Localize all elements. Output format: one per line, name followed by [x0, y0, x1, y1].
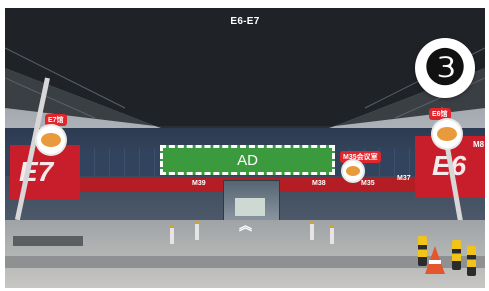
- double-chevron-up-icon[interactable]: ︽: [239, 219, 252, 232]
- hall-label-m39: M39: [192, 180, 206, 187]
- traffic-barrier: [467, 246, 476, 276]
- hotspot-label-left[interactable]: E7馆: [45, 114, 67, 126]
- ad-banner[interactable]: AD: [160, 145, 335, 175]
- hall-label-m38: M38: [312, 180, 326, 187]
- traffic-cone-band: [429, 260, 441, 264]
- bench: [13, 236, 83, 246]
- food-icon-fill: [41, 133, 61, 147]
- traffic-barrier: [418, 236, 427, 266]
- food-icon[interactable]: [343, 161, 363, 181]
- bollard: [170, 225, 174, 244]
- hall-label-m37: M37: [397, 175, 411, 182]
- food-icon[interactable]: [433, 120, 461, 148]
- scene-title: E6-E7: [230, 16, 260, 27]
- hotspot-label-center[interactable]: M35会议室: [340, 151, 381, 163]
- entrance-doorway: [235, 198, 265, 216]
- food-icon-fill: [346, 166, 360, 176]
- bollard: [310, 221, 314, 240]
- hall-label-m35: M35: [361, 180, 375, 187]
- roof-canopy: [5, 8, 485, 136]
- panorama-viewer[interactable]: E7 E6 M8 M39 M38 M35 M37 AD E7馆 E6馆 M35会…: [5, 8, 485, 288]
- scene-number-badge[interactable]: ❸: [415, 38, 475, 98]
- hall-sign-right-small-text: M8: [473, 140, 485, 149]
- food-icon[interactable]: [37, 126, 65, 154]
- bollard: [330, 225, 334, 244]
- food-icon-fill: [437, 127, 457, 141]
- hotspot-label-right[interactable]: E6馆: [429, 108, 451, 120]
- traffic-barrier: [452, 240, 461, 270]
- bollard: [195, 221, 199, 240]
- floor-stripe: [5, 256, 485, 268]
- ad-banner-label: AD: [237, 151, 258, 169]
